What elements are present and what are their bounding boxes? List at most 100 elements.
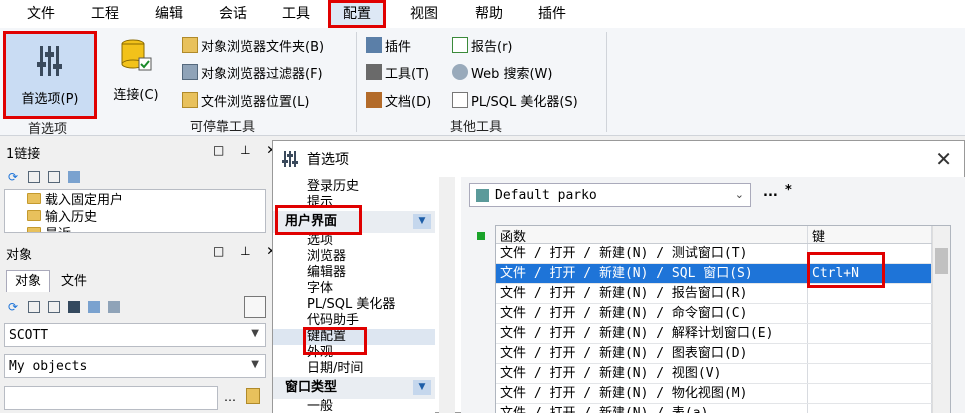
chevron-down-icon[interactable]: ▼ — [413, 380, 431, 395]
reports-button[interactable]: 报告(r) — [452, 34, 513, 56]
table-row[interactable]: 文件 / 打开 / 新建(N) / 图表窗口(D) — [496, 344, 950, 364]
chevron-down-icon: ⌄ — [734, 188, 744, 201]
add-icon[interactable] — [28, 301, 40, 313]
table-row[interactable]: 文件 / 打开 / 新建(N) / 报告窗口(R) — [496, 284, 950, 304]
menu-bar: 文件 工程 编辑 会话 工具 配置 视图 帮助 插件 — [0, 0, 965, 28]
sliders-icon — [282, 151, 298, 167]
more-icon[interactable]: … — [224, 390, 236, 404]
profile-new-button[interactable]: * — [785, 183, 792, 198]
table-row[interactable]: 文件 / 打开 / 新建(N) / 表(a) — [496, 404, 950, 413]
nav-item-fonts[interactable]: 字体 — [273, 281, 435, 297]
table-row[interactable]: 文件 / 打开 / 新建(N) / 测试窗口(T) — [496, 244, 950, 264]
preferences-label: 首选项(P) — [21, 92, 79, 107]
plugin-icon — [366, 37, 382, 53]
chevron-down-icon[interactable]: ▼ — [413, 214, 431, 229]
object-browser-folders-button[interactable]: 对象浏览器文件夹(B) — [182, 34, 324, 56]
object-browser-filters-button[interactable]: 对象浏览器过滤器(F) — [182, 61, 323, 83]
plugins-button[interactable]: 插件 — [366, 34, 411, 56]
link-icon[interactable] — [88, 301, 100, 313]
menu-view[interactable]: 视图 — [405, 0, 443, 28]
table-row[interactable]: 文件 / 打开 / 新建(N) / SQL 窗口(S) Ctrl+N — [496, 264, 950, 284]
nav-item-login-history[interactable]: 登录历史 — [273, 179, 435, 195]
links-toolbar: ⟳ — [8, 168, 80, 186]
refresh-icon[interactable]: ⟳ — [8, 301, 20, 313]
nav-item-date-time[interactable]: 日期/时间 — [273, 361, 435, 377]
color-box[interactable] — [244, 296, 266, 318]
document-icon[interactable] — [246, 388, 260, 404]
database-icon — [121, 39, 152, 71]
user-combo[interactable]: SCOTT ▼ — [4, 323, 266, 347]
table-row[interactable]: 文件 / 打开 / 新建(N) / 解释计划窗口(E) — [496, 324, 950, 344]
table-scrollbar[interactable] — [932, 226, 950, 413]
column-header-function[interactable]: 函数 — [496, 226, 808, 243]
menu-plugins[interactable]: 插件 — [533, 0, 571, 28]
scrollbar-thumb[interactable] — [935, 248, 948, 274]
beautifier-icon — [452, 92, 468, 108]
table-row[interactable]: 文件 / 打开 / 新建(N) / 物化视图(M) — [496, 384, 950, 404]
menu-session[interactable]: 会话 — [214, 0, 252, 28]
remove-icon[interactable] — [48, 301, 60, 313]
tab-files[interactable]: 文件 — [54, 272, 94, 292]
binoculars-icon[interactable] — [68, 301, 80, 313]
preferences-nav: 登录历史 提示 用户界面 ▼ 选项 浏览器 编辑器 字体 PL/SQL 美化器 … — [273, 177, 435, 413]
nav-item-code-assistant[interactable]: 代码助手 — [273, 313, 435, 329]
filter-combo[interactable]: My objects ▼ — [4, 354, 266, 378]
chevron-down-icon: ▼ — [251, 328, 259, 339]
objects-toolbar: ⟳ — [8, 298, 120, 316]
preferences-button[interactable]: 首选项(P) — [3, 31, 97, 119]
menu-tools[interactable]: 工具 — [277, 0, 315, 28]
menu-config[interactable]: 配置 — [328, 0, 386, 28]
table-row[interactable]: 文件 / 打开 / 新建(N) / 命令窗口(C) — [496, 304, 950, 324]
tree-item[interactable]: 最近 — [5, 224, 265, 232]
globe-icon — [452, 64, 468, 80]
nav-item-appearance[interactable]: 外观 — [273, 345, 435, 361]
folder-icon — [27, 193, 41, 204]
nav-section-window-types[interactable]: 窗口类型 ▼ — [273, 377, 435, 399]
books-icon — [366, 92, 382, 108]
search-input[interactable] — [4, 386, 218, 410]
key-table: 函数 键 文件 / 打开 / 新建(N) / 测试窗口(T) 文件 / 打开 /… — [495, 225, 951, 413]
sliders-icon — [37, 46, 62, 76]
file-browser-locations-button[interactable]: 文件浏览器位置(L) — [182, 89, 309, 111]
refresh-icon[interactable]: ⟳ — [8, 171, 20, 183]
connect-button[interactable]: 连接(C) — [104, 38, 168, 108]
preferences-dialog: 首选项 ✕ 登录历史 提示 用户界面 ▼ 选项 浏览器 编辑器 字体 PL/SQ… — [272, 140, 965, 413]
tools-button[interactable]: 工具(T) — [366, 61, 429, 83]
link-icon[interactable] — [68, 171, 80, 183]
documents-button[interactable]: 文档(D) — [366, 89, 431, 111]
other-group-label: 其他工具 — [450, 120, 503, 135]
nav-item-browser[interactable]: 浏览器 — [273, 249, 435, 265]
links-tree: 载入固定用户 输入历史 最近 — [4, 189, 266, 233]
nav-item-general[interactable]: 一般 — [273, 399, 435, 413]
nav-item-hints[interactable]: 提示 — [273, 195, 435, 211]
preferences-group-label: 首选项 — [28, 122, 68, 137]
web-search-button[interactable]: Web 搜索(W) — [452, 61, 552, 83]
menu-help[interactable]: 帮助 — [470, 0, 508, 28]
table-row[interactable]: 文件 / 打开 / 新建(N) / 视图(V) — [496, 364, 950, 384]
profile-more-button[interactable]: ... — [763, 185, 778, 200]
menu-file[interactable]: 文件 — [22, 0, 60, 28]
menu-edit[interactable]: 编辑 — [150, 0, 188, 28]
dockable-group-label: 可停靠工具 — [190, 120, 256, 135]
table-header: 函数 键 — [496, 226, 950, 244]
remove-icon[interactable] — [48, 171, 60, 183]
nav-item-options[interactable]: 选项 — [273, 233, 435, 249]
profile-combo[interactable]: Default parko ⌄ — [469, 183, 751, 207]
key-config-panel: Default parko ⌄ ... * 函数 键 文件 / 打开 / 新建(… — [461, 177, 965, 413]
tab-objects[interactable]: 对象 — [6, 270, 50, 292]
tree-item[interactable]: 载入固定用户 — [5, 190, 265, 208]
status-indicator — [477, 232, 485, 240]
column-header-key[interactable]: 键 — [808, 226, 932, 243]
chevron-down-icon: ▼ — [251, 359, 259, 370]
nav-scrollbar[interactable] — [439, 177, 455, 413]
nav-item-editor[interactable]: 编辑器 — [273, 265, 435, 281]
tree-item[interactable]: 输入历史 — [5, 207, 265, 225]
nav-item-plsql-beautifier[interactable]: PL/SQL 美化器 — [273, 297, 435, 313]
plsql-beautifier-button[interactable]: PL/SQL 美化器(S) — [452, 89, 578, 111]
nav-section-user-interface[interactable]: 用户界面 ▼ — [273, 211, 435, 233]
nav-item-key-configuration[interactable]: 键配置 — [273, 329, 435, 345]
menu-project[interactable]: 工程 — [86, 0, 124, 28]
add-icon[interactable] — [28, 171, 40, 183]
filter-icon[interactable] — [108, 301, 120, 313]
close-icon[interactable]: ✕ — [935, 147, 952, 171]
